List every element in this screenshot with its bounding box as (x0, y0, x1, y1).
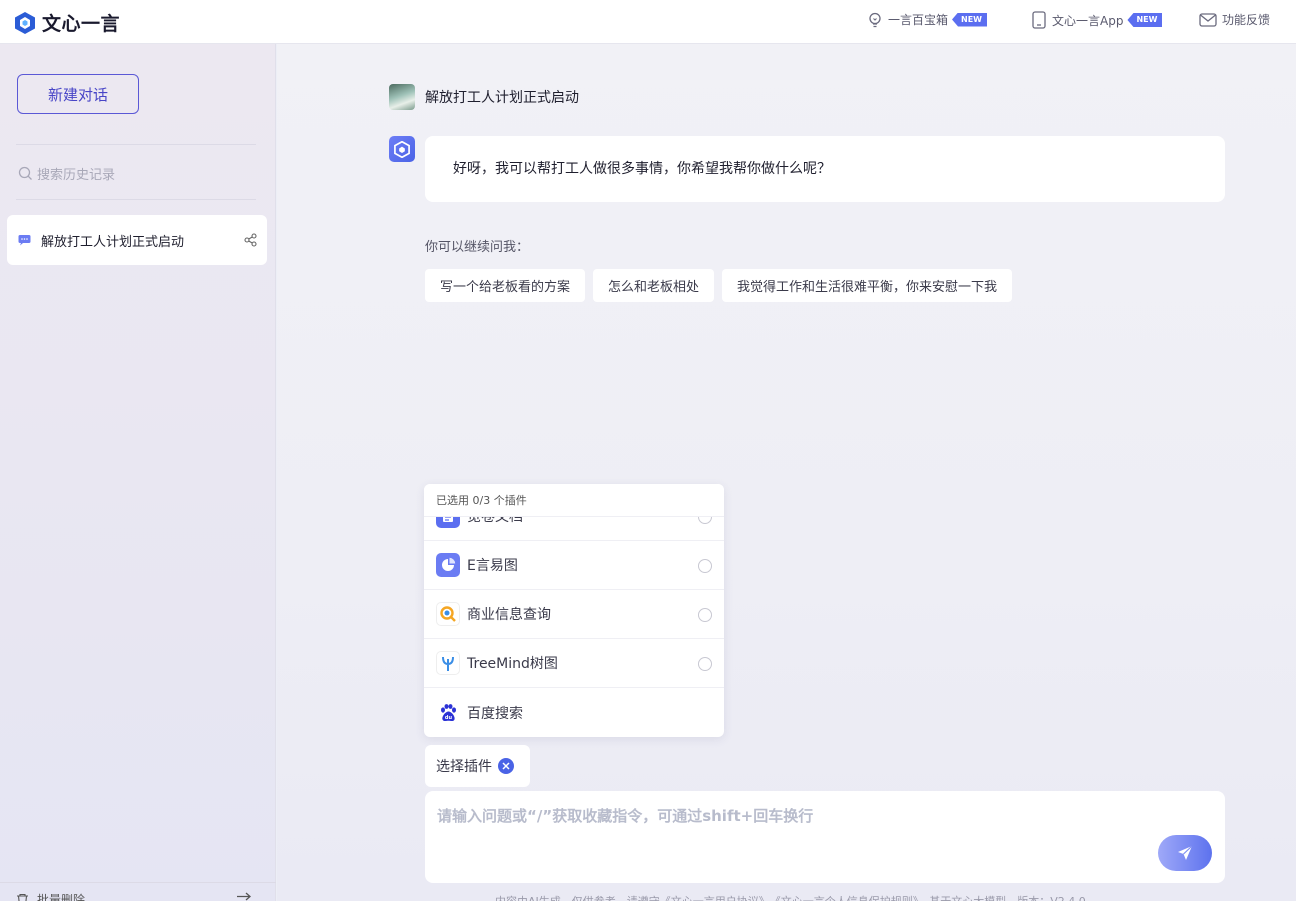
plugin-item[interactable]: TreeMind树图 (424, 639, 724, 688)
chat-bubble-icon (18, 235, 31, 246)
plugin-panel-header: 已选用 0/3 个插件 (424, 484, 724, 517)
suggestion-chip[interactable]: 我觉得工作和生活很难平衡，你来安慰一下我 (722, 269, 1013, 302)
plugin-name: 商业信息查询 (467, 607, 551, 623)
suggestion-chip[interactable]: 怎么和老板相处 (593, 269, 715, 302)
plugin-name: 百度搜索 (467, 705, 523, 722)
tablet-icon (1032, 11, 1046, 29)
logo-icon (15, 11, 35, 34)
pie-chart-icon (436, 553, 460, 577)
user-avatar (389, 84, 415, 110)
sidebar-footer: 批量删除 (0, 882, 276, 901)
user-message-text: 解放打工人计划正式启动 (425, 90, 579, 106)
bot-message: 好呀，我可以帮打工人做很多事情，你希望我帮你做什么呢？ (425, 136, 1225, 202)
plugin-panel: 已选用 0/3 个插件 览卷文档 E言易图 商业信息查询 TreeMind树图 … (424, 484, 724, 737)
bot-logo-icon (394, 140, 410, 158)
plugin-list[interactable]: 览卷文档 E言易图 商业信息查询 TreeMind树图 du 百度搜索 (424, 492, 724, 737)
logo-text: 文心一言 (42, 13, 121, 35)
history-search[interactable]: 搜索历史记录 (18, 162, 256, 184)
history-item[interactable]: 解放打工人计划正式启动 (7, 215, 267, 265)
plugin-radio[interactable] (698, 559, 712, 573)
bot-avatar (389, 136, 415, 162)
sidebar: 新建对话 搜索历史记录 解放打工人计划正式启动 批量删除 (0, 44, 276, 901)
tree-icon (436, 651, 460, 675)
message-input-box (425, 791, 1225, 883)
feedback-label: 功能反馈 (1222, 13, 1271, 27)
plugin-item[interactable]: du 百度搜索 (424, 688, 724, 737)
send-button[interactable] (1158, 835, 1212, 871)
search-icon (18, 166, 32, 180)
mail-icon (1199, 12, 1217, 27)
search-placeholder: 搜索历史记录 (37, 167, 116, 183)
disclaimer-footnote: 内容由AI生成，仅供参考，请遵守《文心一言用户协议》、《文心一言个人信息保护规则… (495, 893, 1086, 901)
trash-icon (17, 893, 28, 901)
new-badge: NEW (1127, 13, 1163, 27)
toolbox-label: 一言百宝箱 (888, 13, 949, 27)
batch-delete-button[interactable]: 批量删除 (16, 891, 85, 901)
new-badge: NEW (952, 12, 987, 27)
app-download-link[interactable]: 文心一言App NEW (1031, 11, 1163, 29)
svg-text:du: du (445, 715, 453, 721)
lightbulb-icon (869, 12, 881, 27)
send-icon (1178, 845, 1193, 860)
sidebar-divider (16, 144, 256, 145)
message-input[interactable] (425, 791, 1225, 883)
feedback-link[interactable]: 功能反馈 (1199, 11, 1270, 28)
suggestion-chips: 写一个给老板看的方案 怎么和老板相处 我觉得工作和生活很难平衡，你来安慰一下我 (425, 269, 1013, 302)
batch-delete-label: 批量删除 (37, 893, 86, 901)
close-icon[interactable] (498, 758, 514, 774)
history-item-title: 解放打工人计划正式启动 (41, 234, 185, 250)
select-plugin-button[interactable]: 选择插件 (425, 745, 530, 787)
new-chat-button[interactable]: 新建对话 (17, 74, 139, 114)
app-logo[interactable]: 文心一言 (14, 9, 120, 36)
magnifier-icon (436, 602, 460, 626)
plugin-name: TreeMind树图 (467, 656, 558, 672)
plugin-name: E言易图 (467, 558, 518, 574)
collapse-sidebar-icon[interactable] (236, 891, 252, 901)
suggestion-chip[interactable]: 写一个给老板看的方案 (425, 269, 586, 302)
plugin-radio[interactable] (698, 657, 712, 671)
sidebar-divider (16, 199, 256, 200)
toolbox-link[interactable]: 一言百宝箱 NEW (867, 11, 987, 28)
baidu-paw-icon: du (436, 700, 460, 725)
plugin-item[interactable]: E言易图 (424, 541, 724, 590)
chat-area: 解放打工人计划正式启动 好呀，我可以帮打工人做很多事情，你希望我帮你做什么呢？ … (277, 44, 1296, 901)
app-label: 文心一言App (1052, 13, 1124, 28)
top-header: 文心一言 一言百宝箱 NEW 文心一言App NEW 功能反馈 (0, 0, 1296, 44)
share-icon[interactable] (244, 233, 257, 247)
plugin-radio[interactable] (698, 608, 712, 622)
select-plugin-label: 选择插件 (436, 759, 492, 775)
plugin-item[interactable]: 商业信息查询 (424, 590, 724, 639)
suggestions-label: 你可以继续问我： (425, 240, 530, 255)
user-message: 解放打工人计划正式启动 (389, 84, 579, 110)
